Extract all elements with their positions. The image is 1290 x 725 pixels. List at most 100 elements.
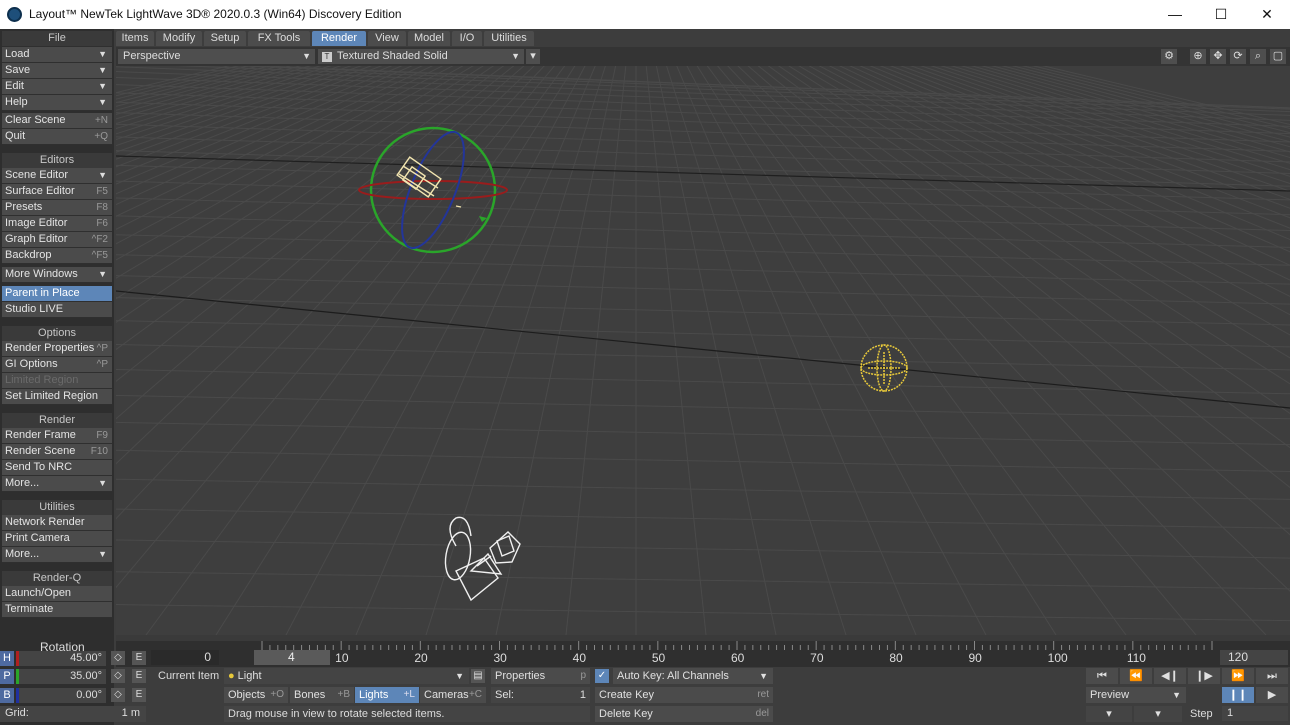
end-frame-field[interactable]: 120 bbox=[1220, 650, 1288, 665]
step-field[interactable]: 1 bbox=[1222, 706, 1288, 721]
terminate-button[interactable]: Terminate bbox=[2, 602, 112, 618]
center-view-icon[interactable]: ⊕ bbox=[1190, 49, 1206, 64]
p-channel-button[interactable]: P bbox=[0, 669, 14, 684]
current-item-select[interactable]: ● Light ▼ bbox=[224, 668, 469, 684]
delete-key-button[interactable]: Delete Key del bbox=[595, 706, 773, 722]
edit-label: Edit bbox=[5, 80, 24, 92]
graph-editor-button[interactable]: Graph Editor ^F2 bbox=[2, 232, 112, 248]
maximize-viewport-icon[interactable]: ▢ bbox=[1270, 49, 1286, 64]
image-editor-button[interactable]: Image Editor F6 bbox=[2, 216, 112, 232]
surface-editor-button[interactable]: Surface Editor F5 bbox=[2, 184, 112, 200]
b-value-field[interactable]: 0.00° bbox=[16, 688, 106, 703]
auto-key-label: Auto Key: All Channels bbox=[617, 670, 729, 682]
tab-items[interactable]: Items bbox=[116, 31, 154, 46]
objects-button[interactable]: Objects +O bbox=[224, 687, 288, 703]
previous-key-icon[interactable]: ⏪ bbox=[1120, 668, 1152, 684]
h-channel-button[interactable]: H bbox=[0, 651, 14, 666]
bones-button[interactable]: Bones +B bbox=[290, 687, 354, 703]
b-reset-icon[interactable]: ◇ bbox=[111, 688, 125, 702]
b-envelope-button[interactable]: E bbox=[132, 688, 146, 702]
edit-button[interactable]: Edit ▼ bbox=[2, 79, 112, 95]
auto-key-select[interactable]: Auto Key: All Channels ▼ bbox=[613, 668, 773, 684]
gear-icon[interactable]: ⚙ bbox=[1161, 49, 1177, 64]
load-button[interactable]: Load ▼ bbox=[2, 47, 112, 63]
shading-mode-select[interactable]: T Textured Shaded Solid ▼ bbox=[318, 49, 524, 64]
network-render-button[interactable]: Network Render bbox=[2, 515, 112, 531]
tab-render[interactable]: Render bbox=[312, 31, 366, 46]
tab-view[interactable]: View bbox=[368, 31, 406, 46]
create-key-button[interactable]: Create Key ret bbox=[595, 687, 773, 703]
rotate-view-icon[interactable]: ⟳ bbox=[1230, 49, 1246, 64]
cameras-button[interactable]: Cameras +C bbox=[420, 687, 486, 703]
utilities-more-button[interactable]: More... ▼ bbox=[2, 547, 112, 563]
utilities-header: Utilities bbox=[2, 500, 112, 516]
tab-model[interactable]: Model bbox=[408, 31, 450, 46]
h-value-field[interactable]: 45.00° bbox=[16, 651, 106, 666]
studio-live-button[interactable]: Studio LIVE bbox=[2, 302, 112, 318]
item-list-icon[interactable]: ▤ bbox=[471, 669, 485, 683]
move-view-icon[interactable]: ✥ bbox=[1210, 49, 1226, 64]
play-mode-select[interactable]: ▾ bbox=[1086, 706, 1132, 722]
p-value-field[interactable]: 35.00° bbox=[16, 669, 106, 684]
b-channel-button[interactable]: B bbox=[0, 688, 14, 703]
set-limited-region-button[interactable]: Set Limited Region bbox=[2, 389, 112, 405]
save-button[interactable]: Save ▼ bbox=[2, 63, 112, 79]
render-scene-button[interactable]: Render Scene F10 bbox=[2, 444, 112, 460]
camera-icon[interactable] bbox=[442, 516, 521, 602]
auto-key-checkbox[interactable]: ✓ bbox=[595, 669, 609, 683]
p-envelope-button[interactable]: E bbox=[132, 669, 146, 683]
clear-scene-button[interactable]: Clear Scene +N bbox=[2, 113, 112, 129]
point-light-icon[interactable] bbox=[860, 344, 908, 392]
close-button[interactable]: ✕ bbox=[1244, 0, 1290, 29]
zoom-icon[interactable]: ⌕ bbox=[1250, 49, 1266, 64]
tab-utilities[interactable]: Utilities bbox=[484, 31, 534, 46]
grid-size-field[interactable]: Grid: 1 m bbox=[0, 706, 146, 722]
start-frame-field[interactable]: 0 bbox=[151, 650, 219, 665]
render-more-button[interactable]: More... ▼ bbox=[2, 476, 112, 492]
render-scene-label: Render Scene bbox=[5, 445, 76, 457]
render-properties-button[interactable]: Render Properties ^P bbox=[2, 341, 112, 357]
properties-button[interactable]: Properties p bbox=[491, 668, 590, 684]
parent-in-place-button[interactable]: Parent in Place bbox=[2, 286, 112, 302]
render-frame-button[interactable]: Render Frame F9 bbox=[2, 428, 112, 444]
step-forward-icon[interactable]: ❙▶ bbox=[1188, 668, 1220, 684]
h-reset-icon[interactable]: ◇ bbox=[111, 651, 125, 665]
preview-select[interactable]: Preview ▼ bbox=[1086, 687, 1186, 703]
play-icon[interactable]: ▶ bbox=[1256, 687, 1288, 703]
quit-button[interactable]: Quit +Q bbox=[2, 129, 112, 145]
minimize-button[interactable]: — bbox=[1152, 0, 1198, 29]
help-button[interactable]: Help ▼ bbox=[2, 95, 112, 111]
create-key-label: Create Key bbox=[599, 689, 655, 701]
backdrop-button[interactable]: Backdrop ^F5 bbox=[2, 248, 112, 264]
print-camera-button[interactable]: Print Camera bbox=[2, 531, 112, 547]
launch-open-button[interactable]: Launch/Open bbox=[2, 586, 112, 602]
next-key-icon[interactable]: ⏩ bbox=[1222, 668, 1254, 684]
tab-fx-tools[interactable]: FX Tools bbox=[248, 31, 310, 46]
step-back-icon[interactable]: ◀❙ bbox=[1154, 668, 1186, 684]
timeline[interactable]: 4 0 120 10 20 30 40 50 60 70 80 90 100 110 bbox=[116, 635, 1290, 667]
chevron-down-icon[interactable]: ▾ bbox=[526, 49, 540, 64]
p-reset-icon[interactable]: ◇ bbox=[111, 669, 125, 683]
current-frame-slider[interactable]: 4 bbox=[254, 650, 330, 665]
gi-options-button[interactable]: GI Options ^P bbox=[2, 357, 112, 373]
3d-viewport[interactable] bbox=[116, 66, 1290, 635]
h-color-marker bbox=[16, 651, 19, 666]
view-mode-select[interactable]: Perspective ▼ bbox=[118, 49, 315, 64]
pause-icon[interactable]: ❙❙ bbox=[1222, 687, 1254, 703]
play-range-select[interactable]: ▾ bbox=[1134, 706, 1182, 722]
shortcut-label: +N bbox=[94, 115, 108, 126]
grid-value: 1 m bbox=[121, 707, 140, 719]
h-envelope-button[interactable]: E bbox=[132, 651, 146, 665]
send-to-nrc-button[interactable]: Send To NRC bbox=[2, 460, 112, 476]
go-to-start-icon[interactable]: ⏮ bbox=[1086, 668, 1118, 684]
more-windows-button[interactable]: More Windows ▼ bbox=[2, 267, 112, 283]
tab-modify[interactable]: Modify bbox=[156, 31, 202, 46]
tab-setup[interactable]: Setup bbox=[204, 31, 246, 46]
lights-button[interactable]: Lights +L bbox=[355, 687, 419, 703]
presets-button[interactable]: Presets F8 bbox=[2, 200, 112, 216]
go-to-end-icon[interactable]: ⏭ bbox=[1256, 668, 1288, 684]
scene-editor-button[interactable]: Scene Editor ▼ bbox=[2, 168, 112, 184]
maximize-button[interactable]: ☐ bbox=[1198, 0, 1244, 29]
more-windows-label: More Windows bbox=[5, 268, 78, 280]
tab-io[interactable]: I/O bbox=[452, 31, 482, 46]
